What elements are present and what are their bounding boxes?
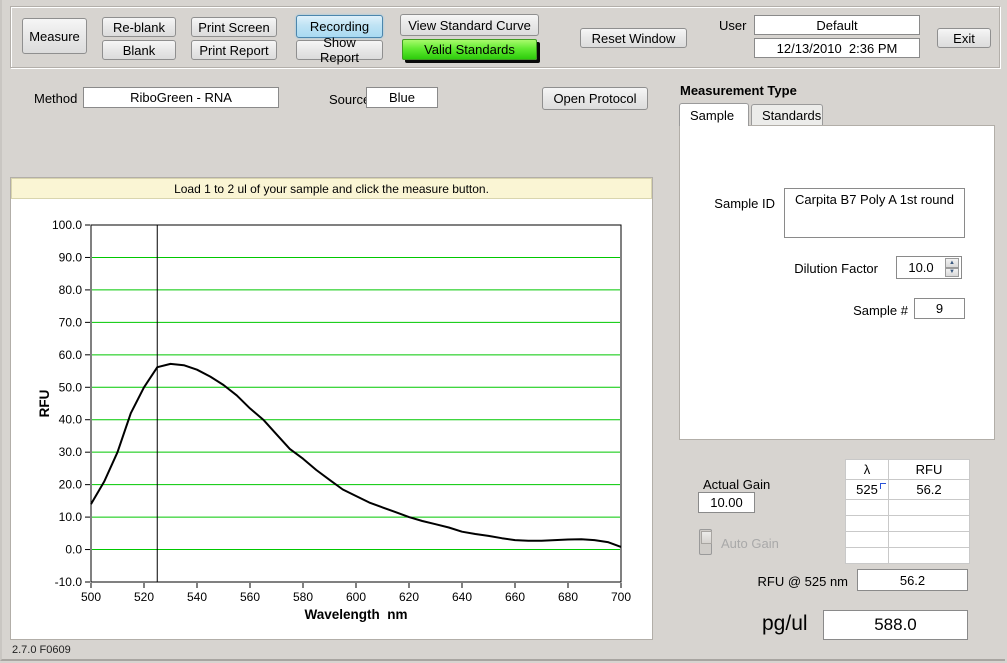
rfu-at-peak-field: 56.2 [857,569,968,591]
dilution-factor-label: Dilution Factor [740,261,878,276]
y-tick-label: 10.0 [59,510,83,524]
table-row-empty[interactable] [846,548,970,564]
dilution-factor-spinbox[interactable]: 10.0 ▲ ▼ [896,256,962,279]
table-cell[interactable] [846,516,889,532]
print-screen-button[interactable]: Print Screen [191,17,277,37]
table-cell[interactable] [889,548,970,564]
source-label: Source [329,92,370,107]
print-report-button[interactable]: Print Report [191,40,277,60]
tab-standards-label: Standards [762,108,821,123]
x-tick-label: 560 [240,590,260,604]
y-tick-label: 80.0 [59,283,83,297]
y-tick-label: 90.0 [59,250,83,264]
exit-button[interactable]: Exit [937,28,991,48]
tab-sample-label: Sample [690,108,734,123]
blank-button[interactable]: Blank [102,40,176,60]
x-tick-label: 700 [611,590,631,604]
table-cell[interactable] [889,500,970,516]
y-axis-label: RFU [37,390,52,418]
peak-table-container: λRFU 52556.2 [845,459,970,564]
table-cell[interactable] [889,532,970,548]
y-tick-label: 70.0 [59,315,83,329]
sample-id-field[interactable]: Carpita B7 Poly A 1st round [784,188,965,238]
y-tick-label: -10.0 [55,575,83,589]
x-tick-label: 580 [293,590,313,604]
x-tick-label: 600 [346,590,366,604]
tab-sample[interactable]: Sample [679,103,749,126]
view-standard-curve-button[interactable]: View Standard Curve [400,14,539,36]
reset-window-button[interactable]: Reset Window [580,28,687,48]
table-cell[interactable]: 56.2 [889,480,970,500]
table-row-empty[interactable] [846,532,970,548]
auto-gain-switch[interactable] [699,529,712,555]
application-window: Measure Re-blank Blank Print Screen Prin… [0,0,1005,661]
source-field[interactable]: Blue [366,87,438,108]
table-row[interactable]: 52556.2 [846,480,970,500]
open-protocol-button[interactable]: Open Protocol [542,87,648,110]
x-axis-label: Wavelength nm [304,607,407,622]
valid-standards-indicator: Valid Standards [402,39,537,60]
table-cell[interactable] [846,500,889,516]
toolbar-group: Measure Re-blank Blank Print Screen Prin… [10,6,1000,68]
x-tick-label: 660 [505,590,525,604]
peak-table-col-header: λ [846,460,889,480]
show-report-button[interactable]: Show Report [296,40,383,60]
y-tick-label: 50.0 [59,380,83,394]
concentration-unit-label: pg/ul [762,612,808,636]
y-tick-label: 100.0 [52,218,82,232]
datetime-field: 12/13/2010 2:36 PM [754,38,920,58]
spin-up-icon[interactable]: ▲ [945,258,959,268]
x-tick-label: 620 [399,590,419,604]
y-tick-label: 20.0 [59,478,83,492]
y-tick-label: 30.0 [59,445,83,459]
chart-panel: Load 1 to 2 ul of your sample and click … [10,177,653,640]
auto-gain-switch-knob [701,531,712,544]
table-row-empty[interactable] [846,516,970,532]
dilution-factor-spinner: ▲ ▼ [945,258,959,277]
sample-number-field[interactable]: 9 [914,298,965,319]
spin-down-icon[interactable]: ▼ [945,268,959,278]
concentration-field: 588.0 [823,610,968,640]
x-tick-label: 520 [134,590,154,604]
plot-area[interactable] [91,225,621,582]
user-field[interactable]: Default [754,15,920,35]
table-row-empty[interactable] [846,500,970,516]
spectrum-chart[interactable]: 100.0 90.0 80.0 70.0 60.0 50.0 40.0 30.0 20.0 10.… [11,178,652,639]
y-tick-label: 0.0 [65,543,82,557]
actual-gain-field[interactable]: 10.00 [698,492,755,513]
x-tick-label: 500 [81,590,101,604]
y-tick-label: 60.0 [59,348,83,362]
peak-table-col-header: RFU [889,460,970,480]
reblank-button[interactable]: Re-blank [102,17,176,37]
table-cell[interactable] [846,532,889,548]
user-label: User [719,18,746,33]
x-tick-label: 640 [452,590,472,604]
version-text: 2.7.0 F0609 [12,644,71,656]
x-tick-label: 680 [558,590,578,604]
dilution-factor-value: 10.0 [897,260,945,275]
x-tick-label: 540 [187,590,207,604]
peak-table-header: λRFU [846,460,970,480]
method-field[interactable]: RiboGreen - RNA [83,87,279,108]
table-cell[interactable] [846,548,889,564]
sample-tab-panel: Sample ID Carpita B7 Poly A 1st round Di… [679,125,995,440]
sample-number-label: Sample # [840,303,908,318]
peak-table[interactable]: λRFU 52556.2 [845,459,970,564]
method-label: Method [34,91,77,106]
actual-gain-label: Actual Gain [703,477,770,492]
auto-gain-label: Auto Gain [721,536,779,551]
sample-id-label: Sample ID [680,196,775,211]
tab-standards[interactable]: Standards [751,104,823,126]
table-cell[interactable] [889,516,970,532]
rfu-at-peak-label: RFU @ 525 nm [754,574,848,589]
measure-button[interactable]: Measure [22,18,87,54]
y-tick-label: 40.0 [59,413,83,427]
measurement-type-title: Measurement Type [680,83,797,98]
